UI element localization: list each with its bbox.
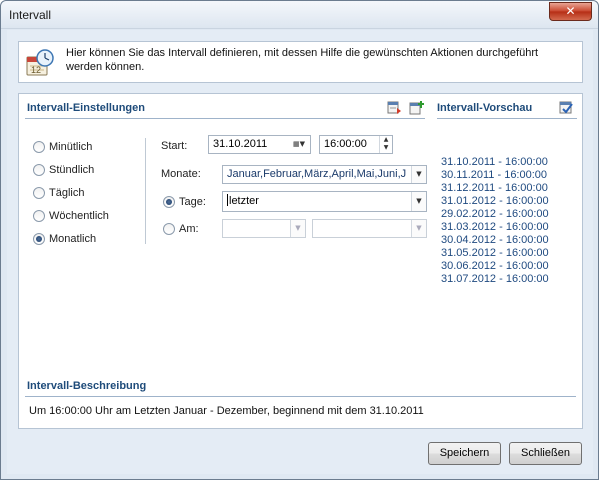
calendar-clock-icon: 12 [26,49,54,76]
radio-monthly[interactable]: Monatlich [33,232,96,246]
description-section-title: Intervall-Beschreibung [27,380,147,392]
preview-item: 30.11.2011 - 16:00:00 [441,169,548,181]
radio-minutely-label: Minütlich [49,141,93,153]
am-label: Am: [179,223,199,235]
preview-item: 31.12.2011 - 16:00:00 [441,182,548,194]
start-date-value: 31.10.2011 [213,138,268,150]
preview-divider [437,118,577,119]
radio-days-button[interactable] [163,196,175,208]
description-divider [25,396,576,397]
settings-divider [25,118,425,119]
preview-list: 31.10.2011 - 16:00:00 30.11.2011 - 16:00… [441,156,549,286]
description-text: Um 16:00:00 Uhr am Letzten Januar - Deze… [29,405,424,417]
radio-hourly[interactable]: Stündlich [33,163,94,177]
dialog-body: 12 Hier können Sie das Intervall definie… [7,30,593,474]
am-dropdown-1-icon[interactable]: ▼ [290,220,305,237]
radio-am[interactable]: Am: [163,222,199,236]
time-spinner[interactable]: ▲ ▼ [379,136,392,153]
radio-hourly-button[interactable] [33,164,45,176]
start-label: Start: [161,140,188,152]
days-select[interactable]: letzter ▼ [222,191,427,212]
svg-text:12: 12 [31,65,41,75]
preview-item: 29.02.2012 - 16:00:00 [441,208,549,220]
preview-item: 30.06.2012 - 16:00:00 [441,260,549,272]
main-panel: Intervall-Einstellungen Minütlich Stündl… [18,93,583,429]
am-select-2[interactable]: ▼ [312,219,427,238]
calendar-add-icon[interactable] [409,100,424,115]
radio-hourly-label: Stündlich [49,164,95,176]
am-select-1[interactable]: ▼ [222,219,306,238]
spin-down-icon[interactable]: ▼ [380,144,392,152]
start-date-picker[interactable]: 31.10.2011 ▦▼ [208,135,311,154]
days-label: Tage: [179,196,206,208]
window-title: Intervall [9,8,52,22]
preview-item: 31.05.2012 - 16:00:00 [441,247,549,259]
close-window-button[interactable]: ✕ [549,2,592,21]
radio-daily[interactable]: Täglich [33,186,84,200]
radio-minutely[interactable]: Minütlich [33,140,92,154]
dialog-window: Intervall ✕ 12 Hier können Sie das Inter… [0,0,599,480]
preview-section-title: Intervall-Vorschau [437,102,533,114]
months-label: Monate: [161,168,201,180]
title-bar[interactable]: Intervall ✕ [1,1,598,29]
preview-item: 31.07.2012 - 16:00:00 [441,273,549,285]
preview-item: 31.10.2011 - 16:00:00 [441,156,548,168]
start-time-field[interactable]: 16:00:00 ▲ ▼ [319,135,393,154]
months-select[interactable]: Januar,Februar,März,April,Mai,Juni,J ▼ [222,165,427,184]
calendar-dropdown-icon[interactable]: ▦▼ [288,136,310,153]
calendar-preview-icon[interactable] [559,100,574,115]
info-text: Hier können Sie das Intervall definieren… [66,47,539,73]
radio-weekly-button[interactable] [33,210,45,222]
months-value: Januar,Februar,März,April,Mai,Juni,J [227,168,407,180]
settings-section-title: Intervall-Einstellungen [27,102,145,114]
radio-weekly[interactable]: Wöchentlich [33,209,109,223]
radio-daily-label: Täglich [49,187,85,199]
radio-monthly-label: Monatlich [49,233,97,245]
preview-item: 31.03.2012 - 16:00:00 [441,221,549,233]
months-dropdown-icon[interactable]: ▼ [411,166,426,183]
days-value: letzter [229,195,259,207]
radio-daily-button[interactable] [33,187,45,199]
preview-item: 30.04.2012 - 16:00:00 [441,234,549,246]
radio-minutely-button[interactable] [33,141,45,153]
text-caret [227,194,228,206]
radio-monthly-button[interactable] [33,233,45,245]
radio-days[interactable]: Tage: [163,195,206,209]
am-dropdown-2-icon[interactable]: ▼ [411,220,426,237]
radio-am-button[interactable] [163,223,175,235]
radio-separator [145,138,146,244]
days-dropdown-icon[interactable]: ▼ [411,192,426,211]
close-button[interactable]: Schließen [509,442,582,465]
radio-weekly-label: Wöchentlich [49,210,109,222]
preview-item: 31.01.2012 - 16:00:00 [441,195,549,207]
info-panel: 12 Hier können Sie das Intervall definie… [18,41,583,83]
start-time-value: 16:00:00 [324,138,367,150]
calendar-remove-icon[interactable] [387,100,402,115]
save-button[interactable]: Speichern [428,442,501,465]
spin-up-icon[interactable]: ▲ [380,136,392,144]
